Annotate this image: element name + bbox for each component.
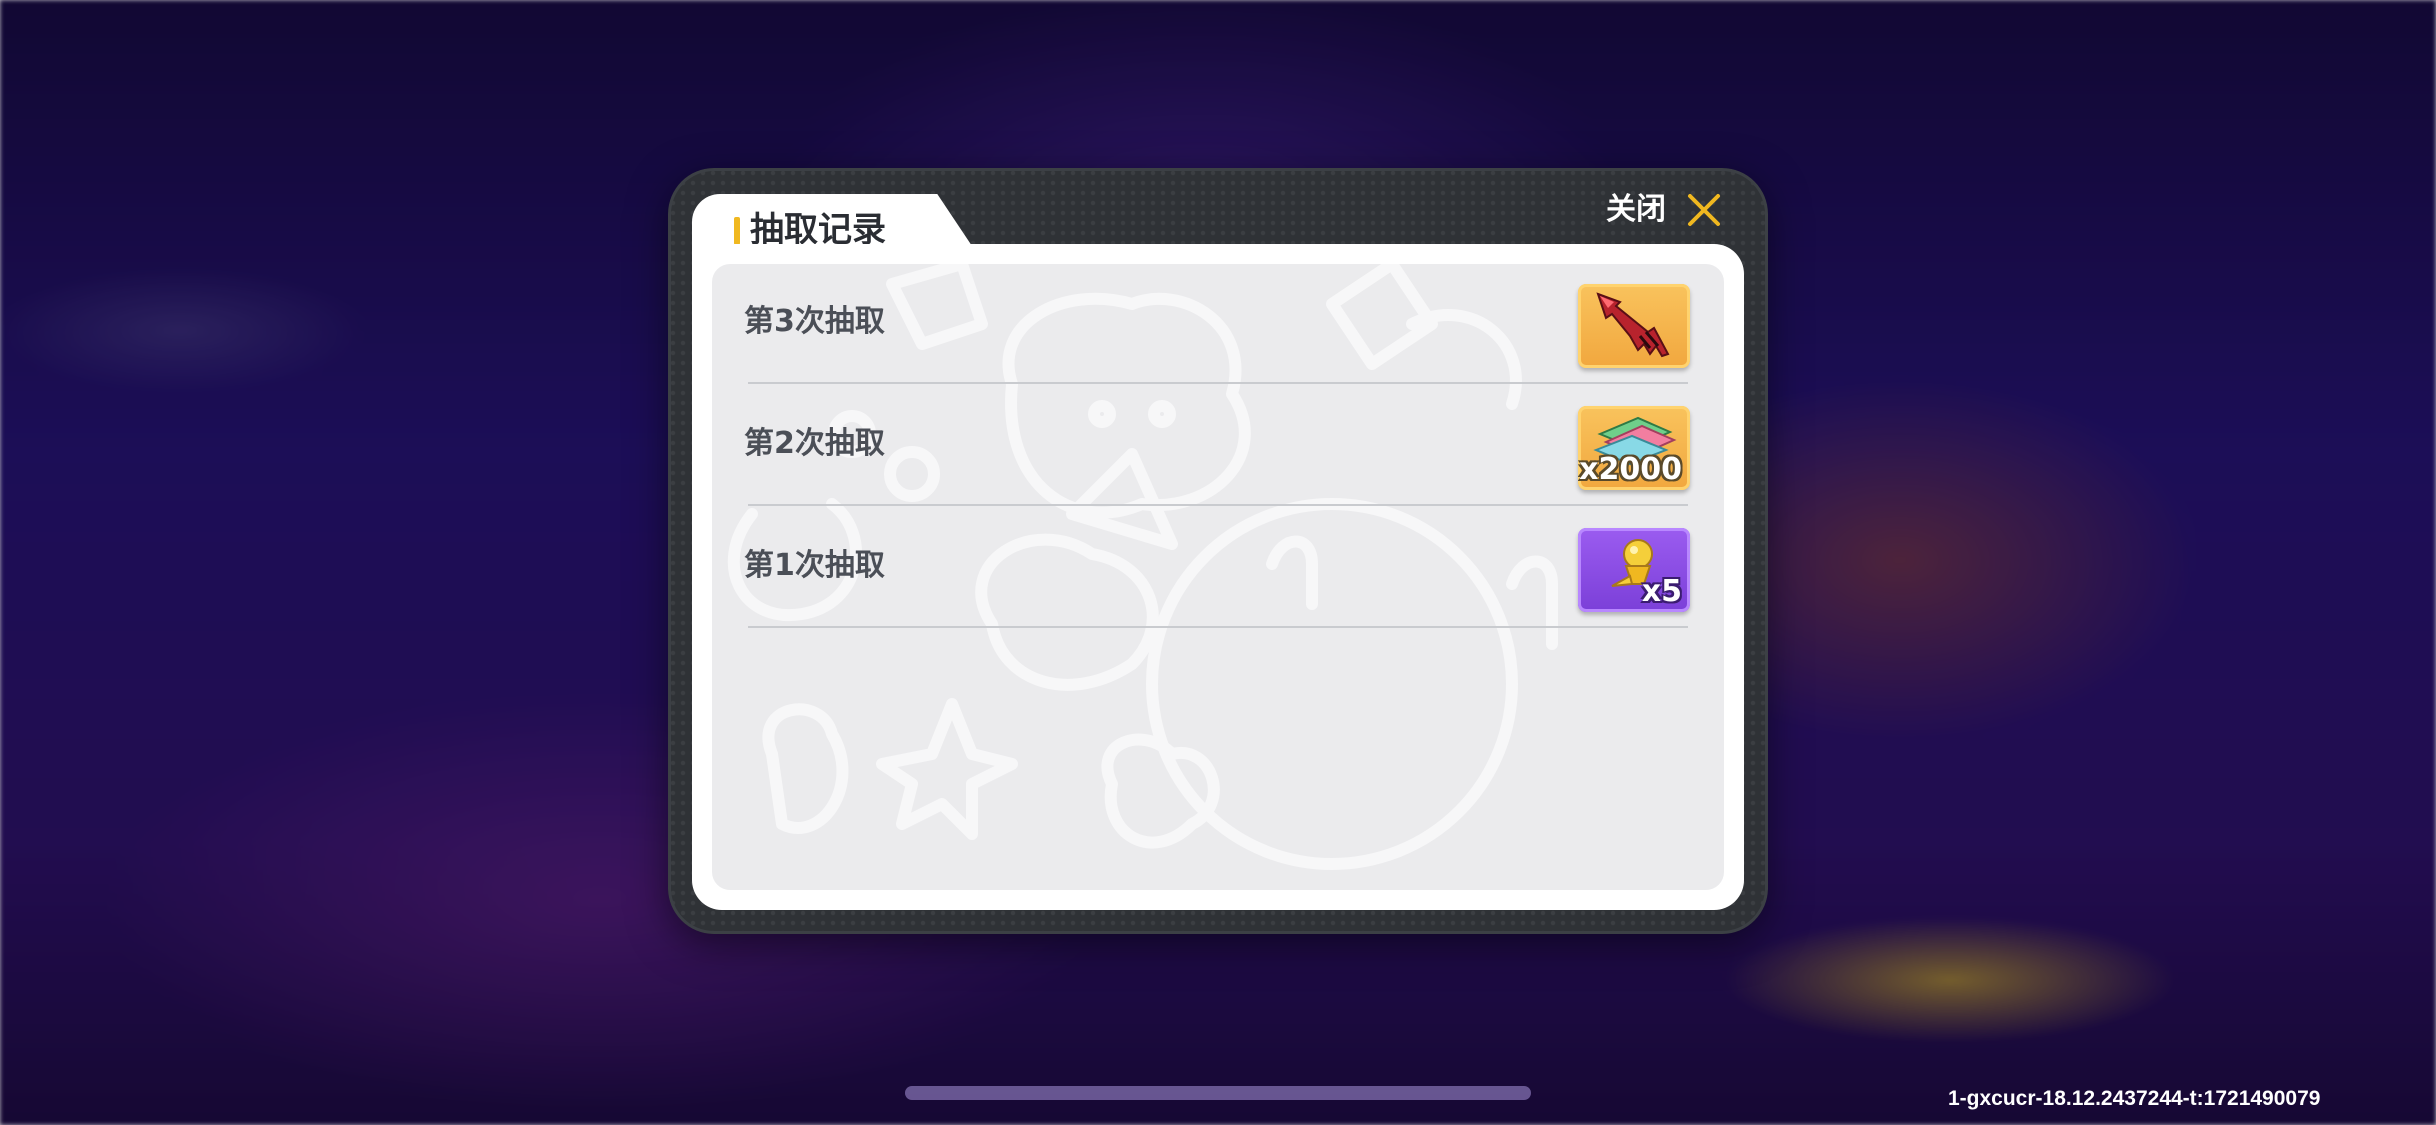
close-button-label[interactable]: 关闭 (1606, 188, 1666, 232)
draw-record-label: 第2次抽取 (744, 426, 885, 461)
reward-item-slot[interactable] (1578, 284, 1690, 368)
row-divider (748, 382, 1688, 384)
home-indicator-bar[interactable] (905, 1086, 1531, 1100)
reward-quantity: x2000 (1579, 452, 1682, 487)
red-claw-weapon-icon (1596, 292, 1670, 358)
row-divider (748, 626, 1688, 628)
list-item: 第1次抽取 x5 (712, 508, 1724, 630)
title-accent-bar (734, 217, 740, 245)
row-divider (748, 504, 1688, 506)
reward-item-slot[interactable]: x2000 (1578, 406, 1690, 490)
close-x-icon[interactable] (1684, 190, 1724, 230)
draw-record-list[interactable]: 第3次抽取 第2次抽取 x2000 第1次抽取 x5 (712, 264, 1724, 890)
build-info-text: 1-gxcucr-18.12.2437244-t:1721490079 (1948, 1087, 2321, 1110)
draw-record-label: 第1次抽取 (744, 548, 885, 583)
reward-quantity: x5 (1641, 574, 1682, 609)
list-item: 第2次抽取 x2000 (712, 386, 1724, 508)
list-item: 第3次抽取 (712, 264, 1724, 386)
draw-record-label: 第3次抽取 (744, 304, 885, 339)
reward-item-slot[interactable]: x5 (1578, 528, 1690, 612)
